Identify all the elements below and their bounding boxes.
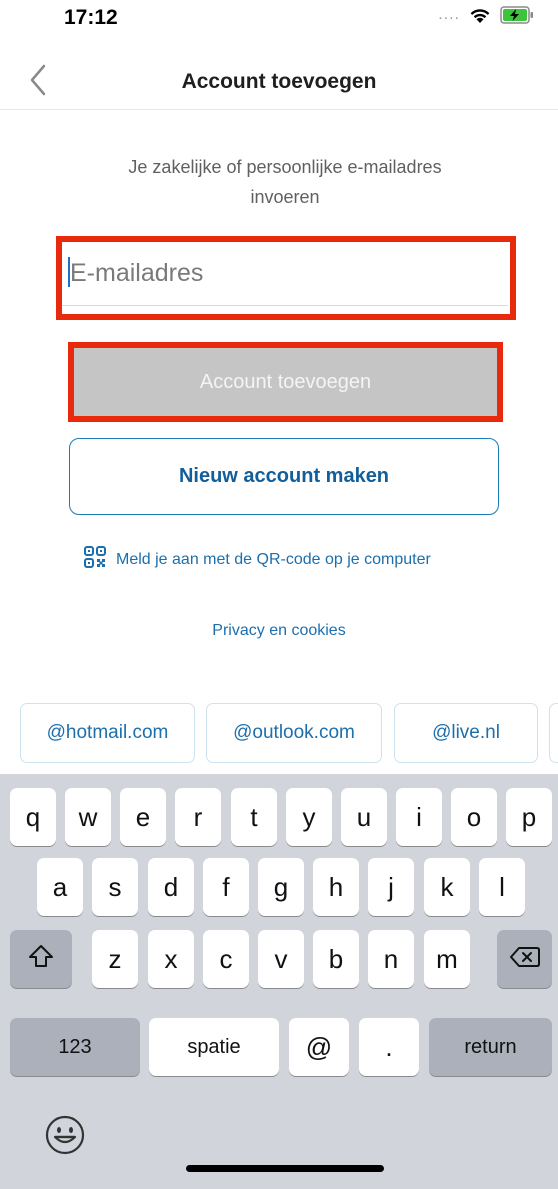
create-account-button[interactable]: Nieuw account maken (69, 438, 499, 515)
page-title: Account toevoegen (181, 70, 377, 93)
email-field[interactable] (62, 242, 508, 306)
qr-link-label: Meld je aan met de QR-code op je compute… (116, 550, 431, 568)
key-b[interactable]: b (313, 930, 359, 988)
key-s[interactable]: s (92, 858, 138, 916)
key-m[interactable]: m (424, 930, 470, 988)
shift-icon (28, 944, 54, 975)
key-q[interactable]: q (10, 788, 56, 846)
key-e[interactable]: e (120, 788, 166, 846)
key-x[interactable]: x (148, 930, 194, 988)
instruction-text: Je zakelijke of persoonlijke e-mailadres… (128, 157, 442, 207)
domain-suggestions: @hotmail.com @outlook.com @live.nl (0, 703, 558, 769)
suggestion-live[interactable]: @live.nl (394, 703, 538, 763)
key-k[interactable]: k (424, 858, 470, 916)
key-z[interactable]: z (92, 930, 138, 988)
status-time: 17:12 (64, 6, 118, 29)
key-f[interactable]: f (203, 858, 249, 916)
delete-key[interactable] (497, 930, 552, 988)
at-key[interactable]: @ (289, 1018, 349, 1076)
privacy-link[interactable]: Privacy en cookies (0, 622, 558, 640)
key-c[interactable]: c (203, 930, 249, 988)
home-indicator (186, 1165, 384, 1172)
key-o[interactable]: o (451, 788, 497, 846)
emoji-icon[interactable] (44, 1114, 86, 1156)
key-w[interactable]: w (65, 788, 111, 846)
key-u[interactable]: u (341, 788, 387, 846)
qr-code-icon (84, 546, 106, 573)
key-h[interactable]: h (313, 858, 359, 916)
suggestion-hotmail[interactable]: @hotmail.com (20, 703, 195, 763)
battery-charging-icon (500, 6, 534, 24)
numbers-key[interactable]: 123 (10, 1018, 140, 1076)
key-j[interactable]: j (368, 858, 414, 916)
key-d[interactable]: d (148, 858, 194, 916)
key-g[interactable]: g (258, 858, 304, 916)
key-n[interactable]: n (368, 930, 414, 988)
suggestion-outlook[interactable]: @outlook.com (206, 703, 382, 763)
key-y[interactable]: y (286, 788, 332, 846)
suggestion-more[interactable] (549, 703, 558, 763)
key-p[interactable]: p (506, 788, 552, 846)
text-caret (68, 257, 70, 287)
key-r[interactable]: r (175, 788, 221, 846)
space-key[interactable]: spatie (149, 1018, 279, 1076)
key-l[interactable]: l (479, 858, 525, 916)
nav-bar: Account toevoegen (0, 50, 558, 110)
key-v[interactable]: v (258, 930, 304, 988)
shift-key[interactable] (10, 930, 72, 988)
signal-dots: .... (438, 6, 460, 23)
delete-icon (509, 944, 540, 975)
status-icons: .... (438, 6, 534, 24)
qr-sign-in-link[interactable]: Meld je aan met de QR-code op je compute… (84, 546, 431, 573)
key-i[interactable]: i (396, 788, 442, 846)
return-key[interactable]: return (429, 1018, 552, 1076)
wifi-icon (468, 6, 492, 24)
dot-key[interactable]: . (359, 1018, 419, 1076)
add-account-button[interactable]: Account toevoegen (74, 348, 497, 416)
key-t[interactable]: t (231, 788, 277, 846)
keyboard: q w e r t y u i o p a s d f g h j k l z … (0, 774, 558, 1189)
key-a[interactable]: a (37, 858, 83, 916)
status-bar: 17:12 .... (0, 0, 558, 40)
